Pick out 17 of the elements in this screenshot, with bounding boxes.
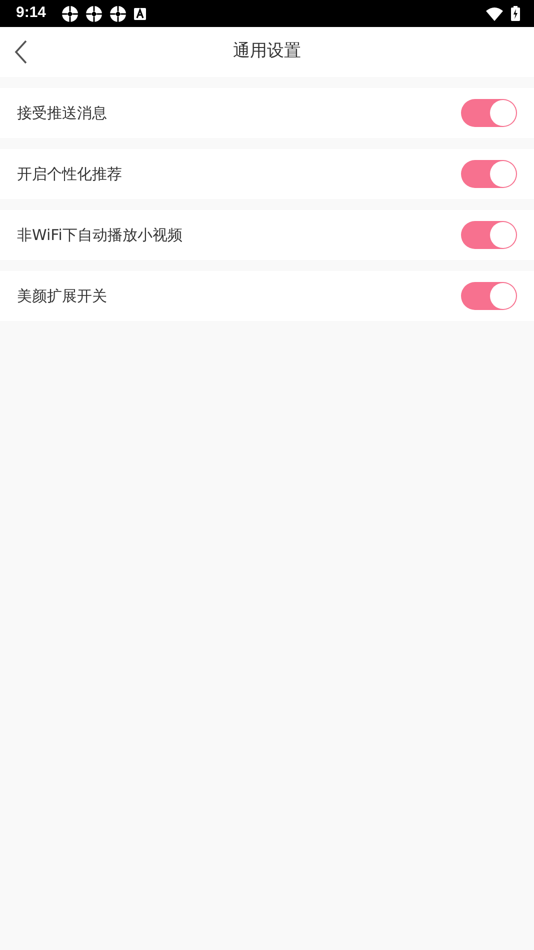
- setting-label: 非WiFi下自动播放小视频: [17, 224, 182, 246]
- toggle-switch[interactable]: [461, 99, 517, 127]
- notification-icon: [62, 6, 78, 22]
- wifi-icon: [486, 6, 503, 20]
- notification-icon: [86, 6, 102, 22]
- status-time: 9:14: [16, 3, 46, 24]
- notification-icon: [110, 6, 126, 22]
- notification-icon: [134, 8, 146, 20]
- toggle-switch[interactable]: [461, 160, 517, 188]
- setting-label: 开启个性化推荐: [17, 164, 122, 185]
- toggle-switch[interactable]: [461, 221, 517, 249]
- back-icon[interactable]: [14, 40, 28, 64]
- setting-label: 接受推送消息: [17, 102, 107, 124]
- battery-icon: [511, 6, 520, 21]
- setting-label: 美颜扩展开关: [17, 286, 107, 307]
- page-title: 通用设置: [233, 40, 301, 64]
- toggle-switch[interactable]: [461, 282, 517, 310]
